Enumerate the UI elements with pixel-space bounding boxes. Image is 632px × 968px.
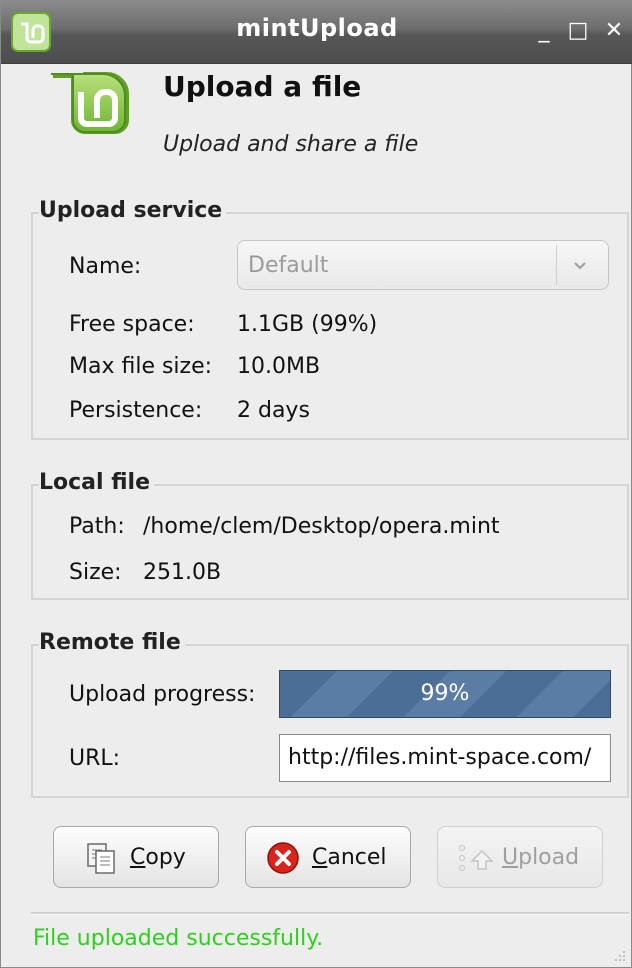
- persistence-value: 2 days: [237, 398, 310, 423]
- title-bar[interactable]: mintUpload _ □ ✕: [1, 0, 632, 64]
- cancel-mnemonic: C: [312, 845, 328, 870]
- cancel-icon: [267, 842, 299, 874]
- max-file-size-label: Max file size:: [69, 354, 213, 379]
- copy-mnemonic: C: [130, 845, 146, 870]
- maximize-button[interactable]: □: [563, 14, 593, 48]
- page-title: Upload a file: [163, 70, 362, 103]
- copy-button[interactable]: Copy: [53, 826, 219, 888]
- cancel-button-label: Cancel: [312, 845, 387, 870]
- copy-icon: [87, 843, 115, 874]
- upload-label-rest: pload: [518, 845, 580, 870]
- max-file-size-value: 10.0MB: [237, 354, 321, 379]
- close-button[interactable]: ✕: [599, 14, 629, 48]
- minimize-button[interactable]: _: [529, 14, 559, 48]
- service-name-value: Default: [248, 253, 329, 278]
- persistence-label: Persistence:: [69, 398, 203, 423]
- name-label: Name:: [69, 254, 142, 279]
- combo-divider: [556, 245, 557, 285]
- size-label: Size:: [69, 560, 122, 585]
- service-name-combo[interactable]: Default: [237, 240, 609, 290]
- local-file-label: Local file: [39, 470, 154, 495]
- upload-mnemonic: U: [502, 845, 519, 870]
- resize-grip-icon[interactable]: [613, 949, 627, 963]
- copy-label-rest: opy: [145, 845, 186, 870]
- url-value: http://files.mint-space.com/: [288, 745, 592, 770]
- free-space-label: Free space:: [69, 312, 195, 337]
- status-message: File uploaded successfully.: [33, 926, 324, 951]
- upload-progress-bar: 99%: [279, 670, 611, 718]
- upload-button[interactable]: Upload: [437, 826, 603, 888]
- upload-progress-label: Upload progress:: [69, 682, 256, 707]
- copy-button-label: Copy: [130, 845, 186, 870]
- status-separator: [31, 912, 629, 915]
- mint-logo-icon: [51, 72, 129, 134]
- mintupload-window: mintUpload _ □ ✕ Upload a file Upload an…: [0, 0, 632, 968]
- page-subtitle: Upload and share a file: [163, 132, 419, 157]
- url-field[interactable]: http://files.mint-space.com/: [279, 734, 611, 782]
- path-label: Path:: [69, 514, 125, 539]
- path-value: /home/clem/Desktop/opera.mint: [143, 514, 500, 539]
- chevron-down-icon: [574, 262, 586, 270]
- upload-icon: [459, 845, 494, 871]
- size-value: 251.0B: [143, 560, 222, 585]
- upload-button-label: Upload: [502, 845, 579, 870]
- remote-file-label: Remote file: [39, 630, 185, 655]
- free-space-value: 1.1GB (99%): [237, 312, 378, 337]
- url-label: URL:: [69, 746, 121, 771]
- progress-text: 99%: [420, 681, 470, 706]
- cancel-button[interactable]: Cancel: [245, 826, 411, 888]
- upload-service-label: Upload service: [39, 198, 227, 223]
- cancel-label-rest: ancel: [327, 845, 387, 870]
